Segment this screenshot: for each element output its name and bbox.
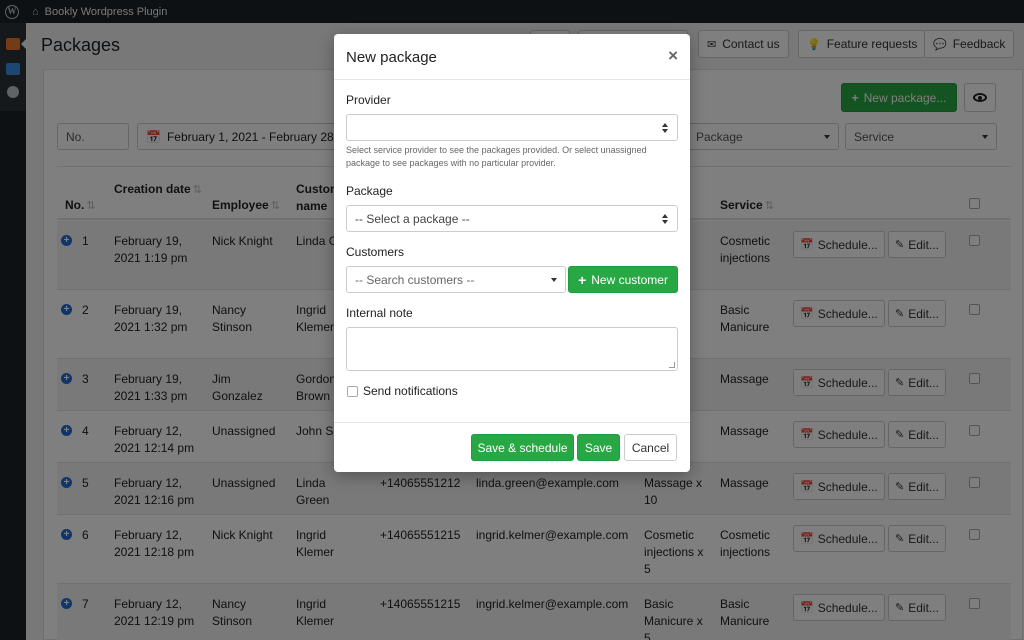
customers-search-select[interactable]: -- Search customers -- xyxy=(346,266,566,293)
save-button[interactable]: Save xyxy=(577,434,620,461)
package-select[interactable]: -- Select a package -- xyxy=(346,205,678,232)
select-arrows-icon xyxy=(662,214,668,224)
plus-icon: + xyxy=(578,271,587,288)
provider-select[interactable] xyxy=(346,114,678,141)
new-package-dialog: New package × Provider Select service pr… xyxy=(334,34,690,472)
send-notifications-checkbox[interactable] xyxy=(347,386,358,397)
new-customer-button[interactable]: + New customer xyxy=(568,266,678,293)
chevron-down-icon xyxy=(551,278,557,282)
customers-label: Customers xyxy=(346,245,405,259)
select-arrows-icon xyxy=(662,123,668,133)
dialog-header: New package × xyxy=(334,34,690,80)
cancel-button[interactable]: Cancel xyxy=(624,434,677,461)
internal-note-textarea[interactable] xyxy=(346,327,678,371)
save-and-schedule-button[interactable]: Save & schedule xyxy=(471,434,574,461)
package-value: -- Select a package -- xyxy=(355,211,470,226)
package-label: Package xyxy=(346,184,393,198)
customers-placeholder: -- Search customers -- xyxy=(355,272,475,287)
internal-note-label: Internal note xyxy=(346,306,413,320)
send-notifications-label[interactable]: Send notifications xyxy=(363,384,458,398)
provider-label: Provider xyxy=(346,93,391,107)
close-icon[interactable]: × xyxy=(668,46,678,66)
provider-help-text: Select service provider to see the packa… xyxy=(346,145,647,168)
dialog-footer-divider xyxy=(334,422,690,423)
new-customer-label: New customer xyxy=(591,272,668,287)
dialog-title: New package xyxy=(346,49,437,66)
